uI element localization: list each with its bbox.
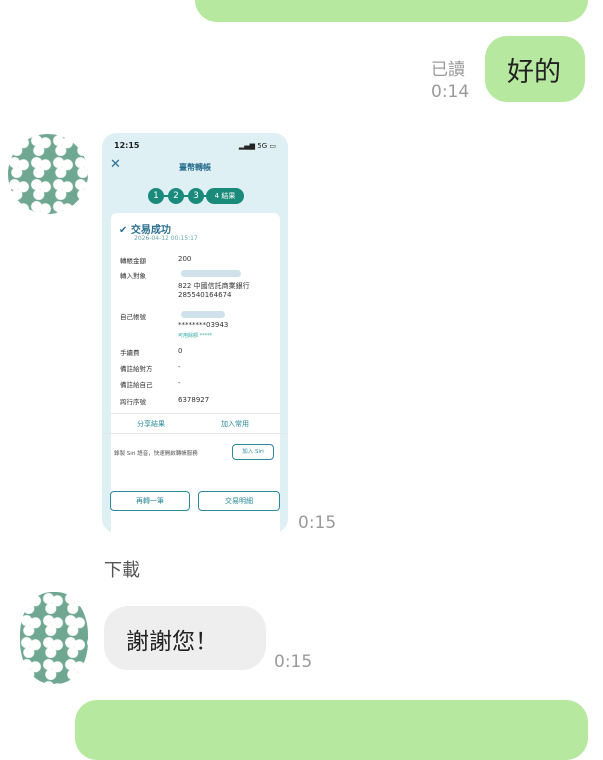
own-account-label: 自己帳號 <box>120 313 146 321</box>
step-3: 3 <box>188 188 204 204</box>
image-message[interactable]: 12:15 ▂▄▆ 5G ▭ ✕ 臺幣轉帳 1 2 3 4 結果 ✔ 交易成功 … <box>102 133 288 533</box>
note-self-value: - <box>178 379 181 387</box>
add-common-link: 加入常用 <box>221 420 249 428</box>
message-text: 謝謝您！ <box>126 629 218 655</box>
target-bank: 822 中國信託商業銀行 <box>178 282 250 290</box>
received-message-bubble[interactable]: 謝謝您！ <box>104 606 266 670</box>
redacted-own <box>181 311 225 318</box>
download-link[interactable]: 下載 <box>104 556 140 582</box>
sent-message-bubble[interactable]: 好的 <box>485 36 585 102</box>
transfer-again-button: 再轉一筆 <box>110 491 190 511</box>
siri-hint: 錄製 Siri 語音，快速開啟轉帳服務 <box>114 451 198 457</box>
serial-label: 跨行序號 <box>120 398 146 406</box>
own-account-value: ********03943 <box>178 321 229 329</box>
signal-icon: ▂▄▆ 5G ▭ <box>238 142 276 150</box>
step-1: 1 <box>148 188 164 204</box>
status-time: 12:15 <box>114 141 140 150</box>
add-siri-button: 加入 Siri <box>232 444 274 460</box>
fee-value: 0 <box>178 347 183 355</box>
fee-label: 手續費 <box>120 349 140 357</box>
note-other-label: 備註給對方 <box>120 365 153 373</box>
target-label: 轉入對象 <box>120 272 146 280</box>
target-account: 285540164674 <box>178 291 232 299</box>
contact-avatar[interactable] <box>8 134 88 214</box>
message-time: 0:15 <box>298 513 337 533</box>
amount-label: 轉帳金額 <box>120 257 146 265</box>
transaction-details-button: 交易明細 <box>198 491 280 511</box>
screen-title: 臺幣轉帳 <box>179 163 211 172</box>
message-time: 0:14 <box>431 82 470 102</box>
step-4: 4 結果 <box>206 188 244 204</box>
step-indicator: 1 2 3 4 結果 <box>148 188 244 204</box>
result-card: ✔ 交易成功 2026-04-12 00:15:17 轉帳金額 200 轉入對象… <box>111 213 280 533</box>
sent-message-bubble-partial[interactable] <box>75 700 588 760</box>
amount-value: 200 <box>178 255 192 263</box>
available-balance: 可用餘額 ***** <box>178 333 213 339</box>
share-result-link: 分享結果 <box>137 420 165 428</box>
step-2: 2 <box>168 188 184 204</box>
read-receipt: 已讀 <box>431 60 465 80</box>
message-text: 好的 <box>507 57 561 88</box>
success-label: ✔ 交易成功 <box>119 225 171 236</box>
serial-value: 6378927 <box>178 396 210 404</box>
transaction-datetime: 2026-04-12 00:15:17 <box>134 235 198 242</box>
message-time: 0:15 <box>274 652 313 672</box>
note-self-label: 備註給自己 <box>120 381 153 389</box>
redacted-name <box>181 270 241 277</box>
contact-avatar[interactable] <box>20 592 88 684</box>
note-other-value: - <box>178 363 181 371</box>
sent-message-bubble-partial[interactable] <box>195 0 588 22</box>
